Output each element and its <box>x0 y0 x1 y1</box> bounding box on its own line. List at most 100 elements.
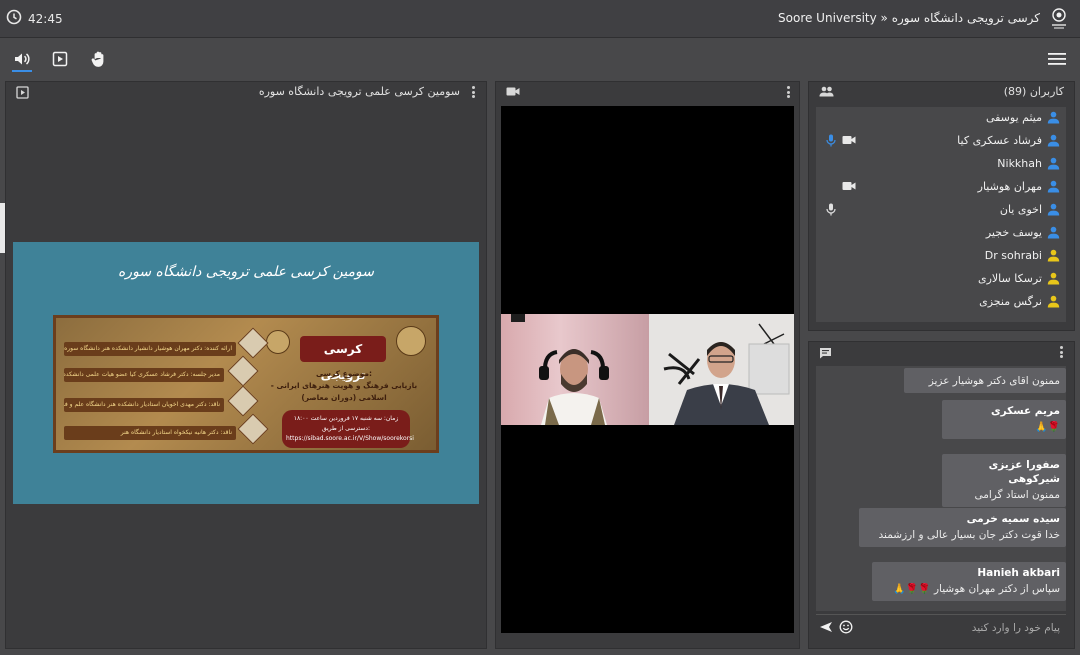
critic-1-photo <box>227 385 259 417</box>
smiley-icon <box>839 620 853 634</box>
send-icon <box>820 622 832 632</box>
webcam-feed-1[interactable] <box>501 314 649 425</box>
user-name: Nikkhah <box>997 157 1042 170</box>
university-logo-icon <box>1048 6 1070 30</box>
user-avatar-icon <box>1047 157 1060 173</box>
chair-photo <box>227 355 259 387</box>
user-list-item[interactable]: مهران هوشیار <box>816 176 1066 199</box>
user-list-item[interactable]: اخوی یان <box>816 199 1066 222</box>
users-panel: کاربران (89) میثم یوسفی فرشاد عسکری کیا Ni… <box>808 81 1075 331</box>
user-name: اخوی یان <box>999 203 1042 216</box>
presentation-header: سومین کرسی علمی ترویجی دانشگاه سوره <box>6 82 486 102</box>
emoji-button[interactable] <box>839 620 853 637</box>
present-button[interactable] <box>49 48 71 70</box>
user-name: ترسکا سالاری <box>977 272 1042 285</box>
chat-header <box>809 342 1074 362</box>
meeting-title-area: Soore University » کرسی ترویجی دانشگاه س… <box>778 6 1070 30</box>
chat-input[interactable] <box>860 618 1060 638</box>
chat-composer <box>816 614 1066 640</box>
chat-message-text: خدا قوت دکتر جان بسیار عالی و ارزشمند <box>878 529 1060 541</box>
presenter-photo <box>237 327 269 359</box>
webcam-feed-2[interactable] <box>649 314 794 425</box>
present-icon <box>52 51 68 67</box>
chat-message: ممنون اقای دکتر هوشیار عزیز <box>904 368 1066 393</box>
raise-hand-button[interactable] <box>88 48 110 70</box>
video-panel <box>495 81 800 649</box>
video-stage <box>501 106 794 633</box>
chat-message-text: ممنون استاد گرامی <box>974 489 1060 501</box>
microphone-icon <box>826 203 836 219</box>
event-poster: کرسی ترویجی موضوع کرسی: بازیابی فرهنگ و … <box>53 315 439 453</box>
user-avatar-icon <box>1047 272 1060 288</box>
user-avatar-icon <box>1047 111 1060 127</box>
video-options-button[interactable] <box>787 86 791 98</box>
video-header <box>496 82 799 102</box>
clock-icon <box>6 9 22 28</box>
chat-message-sender: سیده سمیه خرمی <box>966 513 1060 525</box>
poster-presenter: ارائه کننده: دکتر مهران هوشیار دانشیار د… <box>64 342 236 356</box>
user-name: میثم یوسفی <box>985 111 1042 124</box>
menu-icon <box>1048 53 1066 65</box>
chat-message: مریم عسکری 🌹🙏 <box>942 400 1066 439</box>
user-avatar-icon <box>1047 249 1060 265</box>
soore-logo-icon <box>266 330 290 354</box>
slide-canvas: سومین کرسی علمی ترویجی دانشگاه سوره کرسی… <box>13 242 479 504</box>
toolbar <box>0 40 1080 76</box>
chat-message-sender: Hanieh akbari <box>977 567 1060 579</box>
chat-message: Hanieh akbari سپاس از دکتر مهران هوشیار 🌹… <box>872 562 1066 601</box>
chat-icon <box>819 347 832 362</box>
users-header: کاربران (89) <box>809 82 1074 102</box>
microphone-icon <box>826 134 836 150</box>
user-name: یوسف خجیر <box>985 226 1042 239</box>
user-name: نرگس منجزی <box>979 295 1042 308</box>
user-list-item[interactable]: Nikkhah <box>816 153 1066 176</box>
active-audio-indicator <box>12 70 32 72</box>
chat-emojis: 🌹🙏 <box>1035 422 1060 433</box>
user-list-item[interactable]: ترسکا سالاری <box>816 268 1066 291</box>
user-list-item[interactable]: یوسف خجیر <box>816 222 1066 245</box>
user-list-item[interactable]: نرگس منجزی <box>816 291 1066 314</box>
chat-message-sender: صفورا عزیزی شیرکوهی <box>988 459 1060 485</box>
users-group-icon <box>819 86 834 100</box>
poster-topic: موضوع کرسی: بازیابی فرهنگ و هویت هنرهای … <box>270 369 418 402</box>
chat-message-text: 🌹🙏 <box>948 420 1060 435</box>
user-list-item[interactable]: فرشاد عسکری کیا <box>816 130 1066 153</box>
poster-critic-1: ناقد: دکتر مهدی اخویان استادیار دانشکده … <box>64 398 224 412</box>
user-list-item[interactable]: Dr sohrabi <box>816 245 1066 268</box>
main-menu-button[interactable] <box>1048 52 1066 69</box>
send-button[interactable] <box>819 621 833 636</box>
chat-message: سیده سمیه خرمی خدا قوت دکتر جان بسیار عال… <box>859 508 1066 547</box>
user-name: مهران هوشیار <box>977 180 1042 193</box>
camera-active-icon <box>842 181 856 194</box>
users-list: میثم یوسفی فرشاد عسکری کیا Nikkhah مهران هو… <box>816 107 1066 322</box>
presentation-options-button[interactable] <box>472 86 476 98</box>
top-bar: 42:45 Soore University » کرسی ترویجی دان… <box>0 0 1080 38</box>
chat-options-button[interactable] <box>1060 346 1064 358</box>
user-avatar-icon <box>1047 226 1060 242</box>
slide-heading: سومین کرسی علمی ترویجی دانشگاه سوره <box>117 264 375 280</box>
presentation-title: سومین کرسی علمی ترویجی دانشگاه سوره <box>258 85 460 98</box>
user-avatar-icon <box>1047 180 1060 196</box>
users-count-title: کاربران (89) <box>1003 85 1064 98</box>
camera-active-icon <box>842 135 856 148</box>
user-avatar-icon <box>1047 295 1060 311</box>
session-timer: 42:45 <box>6 9 63 28</box>
user-avatar-icon <box>1047 203 1060 219</box>
user-list-item[interactable]: میثم یوسفی <box>816 107 1066 130</box>
chat-message-text: ممنون اقای دکتر هوشیار عزیز <box>928 375 1060 387</box>
chat-message-sender: مریم عسکری <box>991 405 1060 417</box>
chat-messages: ممنون اقای دکتر هوشیار عزیز مریم عسکری 🌹🙏… <box>816 366 1066 611</box>
chat-panel: ممنون اقای دکتر هوشیار عزیز مریم عسکری 🌹🙏… <box>808 341 1075 649</box>
chat-emojis: 🌹🌹🙏 <box>893 584 931 595</box>
chat-message: صفورا عزیزی شیرکوهی ممنون استاد گرامی <box>942 454 1066 507</box>
critic-2-photo <box>237 413 269 445</box>
poster-seal-icon <box>396 326 426 356</box>
speaker-button[interactable] <box>11 48 33 70</box>
poster-critic-2: ناقد: دکتر هانیه نیکخواه استادیار دانشگا… <box>64 426 236 440</box>
poster-badge: کرسی ترویجی <box>300 336 386 382</box>
raise-hand-icon <box>91 51 104 67</box>
user-avatar-icon <box>1047 134 1060 150</box>
chat-message-text: سپاس از دکتر مهران هوشیار 🌹🌹🙏 <box>893 583 1060 595</box>
speaker-icon <box>15 53 30 65</box>
meeting-title: Soore University » کرسی ترویجی دانشگاه س… <box>778 11 1040 25</box>
